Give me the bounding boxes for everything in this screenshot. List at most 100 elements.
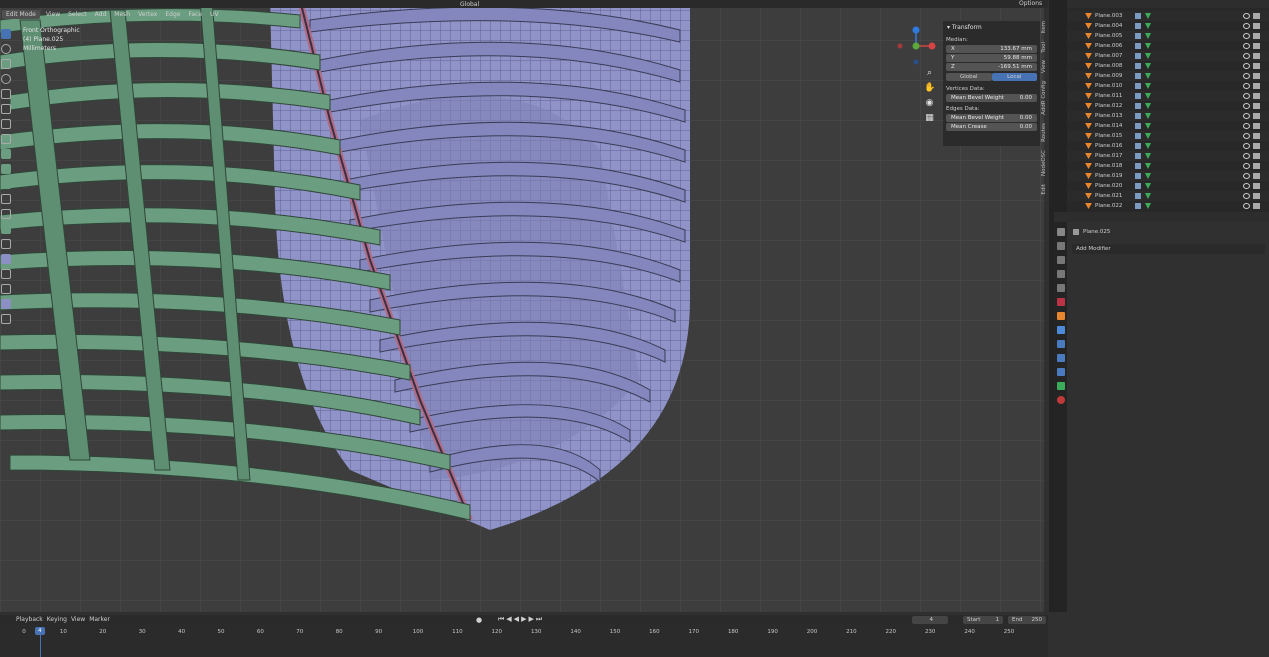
crease-field[interactable]: Mean Crease 0.00 (946, 123, 1037, 131)
world-props-icon[interactable] (1057, 298, 1065, 306)
eye-icon[interactable] (1243, 43, 1250, 49)
outliner-row[interactable]: Plane.013 (1067, 111, 1269, 121)
edge-slide-tool-icon[interactable] (1, 269, 11, 279)
camera-icon[interactable] (1253, 173, 1260, 179)
render-props-icon[interactable] (1057, 242, 1065, 250)
mesh-data-icon[interactable] (1145, 33, 1151, 39)
camera-icon[interactable] (1253, 143, 1260, 149)
rip-tool-icon[interactable] (1, 314, 11, 324)
menu-marker[interactable]: Marker (87, 615, 112, 624)
mesh-data-icon[interactable] (1145, 133, 1151, 139)
eye-icon[interactable] (1243, 193, 1250, 199)
start-frame-field[interactable]: Start 1 (963, 616, 1003, 624)
camera-icon[interactable] (1253, 23, 1260, 29)
camera-icon[interactable] (1253, 123, 1260, 129)
camera-icon[interactable] (1253, 103, 1260, 109)
outliner-row[interactable]: Plane.021 (1067, 191, 1269, 201)
camera-icon[interactable] (1253, 43, 1260, 49)
cursor-tool-icon[interactable] (1, 44, 11, 54)
camera-icon[interactable] (1253, 93, 1260, 99)
mode-selector[interactable]: Edit Mode (2, 9, 40, 19)
menu-face[interactable]: Face (186, 10, 204, 19)
outliner-row[interactable]: Plane.020 (1067, 181, 1269, 191)
mesh-data-icon[interactable] (1145, 93, 1151, 99)
y-field[interactable]: Y 59.88 mm (946, 54, 1037, 62)
neg-z-axis-icon[interactable] (913, 59, 919, 65)
eye-icon[interactable] (1243, 163, 1250, 169)
outliner-row[interactable]: Plane.007 (1067, 51, 1269, 61)
eye-icon[interactable] (1243, 203, 1250, 209)
outliner-row[interactable]: Plane.010 (1067, 81, 1269, 91)
eye-icon[interactable] (1243, 93, 1250, 99)
mesh-data-icon[interactable] (1145, 43, 1151, 49)
wrench-icon[interactable] (1135, 33, 1141, 39)
wrench-icon[interactable] (1135, 193, 1141, 199)
mesh-data-icon[interactable] (1145, 23, 1151, 29)
select-tool-icon[interactable] (1, 29, 11, 39)
z-field[interactable]: Z -169.51 mm (946, 63, 1037, 71)
outliner-row[interactable]: Plane.019 (1067, 171, 1269, 181)
eye-icon[interactable] (1243, 103, 1250, 109)
camera-icon[interactable] (1253, 133, 1260, 139)
camera-icon[interactable] (1253, 203, 1260, 209)
outliner-row[interactable]: Plane.006 (1067, 41, 1269, 51)
particles-props-icon[interactable] (1057, 340, 1065, 348)
menu-view[interactable]: View (44, 10, 62, 19)
wrench-icon[interactable] (1135, 153, 1141, 159)
view-layer-icon[interactable] (1057, 270, 1065, 278)
camera-icon[interactable] (1253, 33, 1260, 39)
record-icon[interactable]: ● (476, 616, 482, 624)
wrench-icon[interactable] (1135, 143, 1141, 149)
camera-icon[interactable] (1253, 183, 1260, 189)
wrench-icon[interactable] (1135, 63, 1141, 69)
extrude-tool-icon[interactable] (1, 149, 11, 159)
mesh-data-icon[interactable] (1145, 63, 1151, 69)
end-frame-field[interactable]: End 250 (1008, 616, 1046, 624)
tab-edit[interactable]: Edit (1041, 184, 1047, 195)
menu-playback[interactable]: Playback (14, 615, 45, 624)
local-button[interactable]: Local (991, 73, 1037, 81)
mesh-data-icon[interactable] (1145, 153, 1151, 159)
output-props-icon[interactable] (1057, 256, 1065, 264)
camera-icon[interactable] (1253, 193, 1260, 199)
grid-icon[interactable]: ▦ (924, 113, 935, 124)
wrench-icon[interactable] (1135, 123, 1141, 129)
eye-icon[interactable] (1243, 63, 1250, 69)
eye-icon[interactable] (1243, 13, 1250, 19)
add-modifier-button[interactable]: Add Modifier (1072, 244, 1265, 254)
wrench-icon[interactable] (1135, 203, 1141, 209)
constraints-props-icon[interactable] (1057, 368, 1065, 376)
camera-icon[interactable] (1253, 163, 1260, 169)
spin-tool-icon[interactable] (1, 239, 11, 249)
x-axis-icon[interactable] (928, 42, 936, 50)
orientation-selector[interactable]: Global (460, 0, 479, 8)
camera-icon[interactable] (1253, 13, 1260, 19)
camera-icon[interactable] (1253, 53, 1260, 59)
transform-tool-icon[interactable] (1, 104, 11, 114)
x-field[interactable]: X 133.67 mm (946, 45, 1037, 53)
data-props-icon[interactable] (1057, 382, 1065, 390)
mesh-data-icon[interactable] (1145, 123, 1151, 129)
camera-icon[interactable]: ◉ (924, 98, 935, 109)
menu-select[interactable]: Select (66, 10, 89, 19)
measure-tool-icon[interactable] (1, 134, 11, 144)
eye-icon[interactable] (1243, 113, 1250, 119)
outliner-row[interactable]: Plane.003 (1067, 11, 1269, 21)
vertex-bevel-field[interactable]: Mean Bevel Weight 0.00 (946, 94, 1037, 102)
wrench-icon[interactable] (1135, 183, 1141, 189)
pan-icon[interactable]: ✋ (924, 83, 935, 94)
menu-edge[interactable]: Edge (163, 10, 182, 19)
eye-icon[interactable] (1243, 33, 1250, 39)
inset-tool-icon[interactable] (1, 164, 11, 174)
outliner-row[interactable]: Plane.022 (1067, 201, 1269, 211)
loopcut-tool-icon[interactable] (1, 194, 11, 204)
mesh-data-icon[interactable] (1145, 143, 1151, 149)
eye-icon[interactable] (1243, 73, 1250, 79)
3d-viewport[interactable] (0, 0, 1044, 612)
wrench-icon[interactable] (1135, 13, 1141, 19)
bevel-tool-icon[interactable] (1, 179, 11, 189)
playback-controls-icon[interactable]: ⏮◀◀▶▶⏭ (498, 615, 544, 624)
shrink-tool-icon[interactable] (1, 284, 11, 294)
camera-icon[interactable] (1253, 113, 1260, 119)
shear-tool-icon[interactable] (1, 299, 11, 309)
